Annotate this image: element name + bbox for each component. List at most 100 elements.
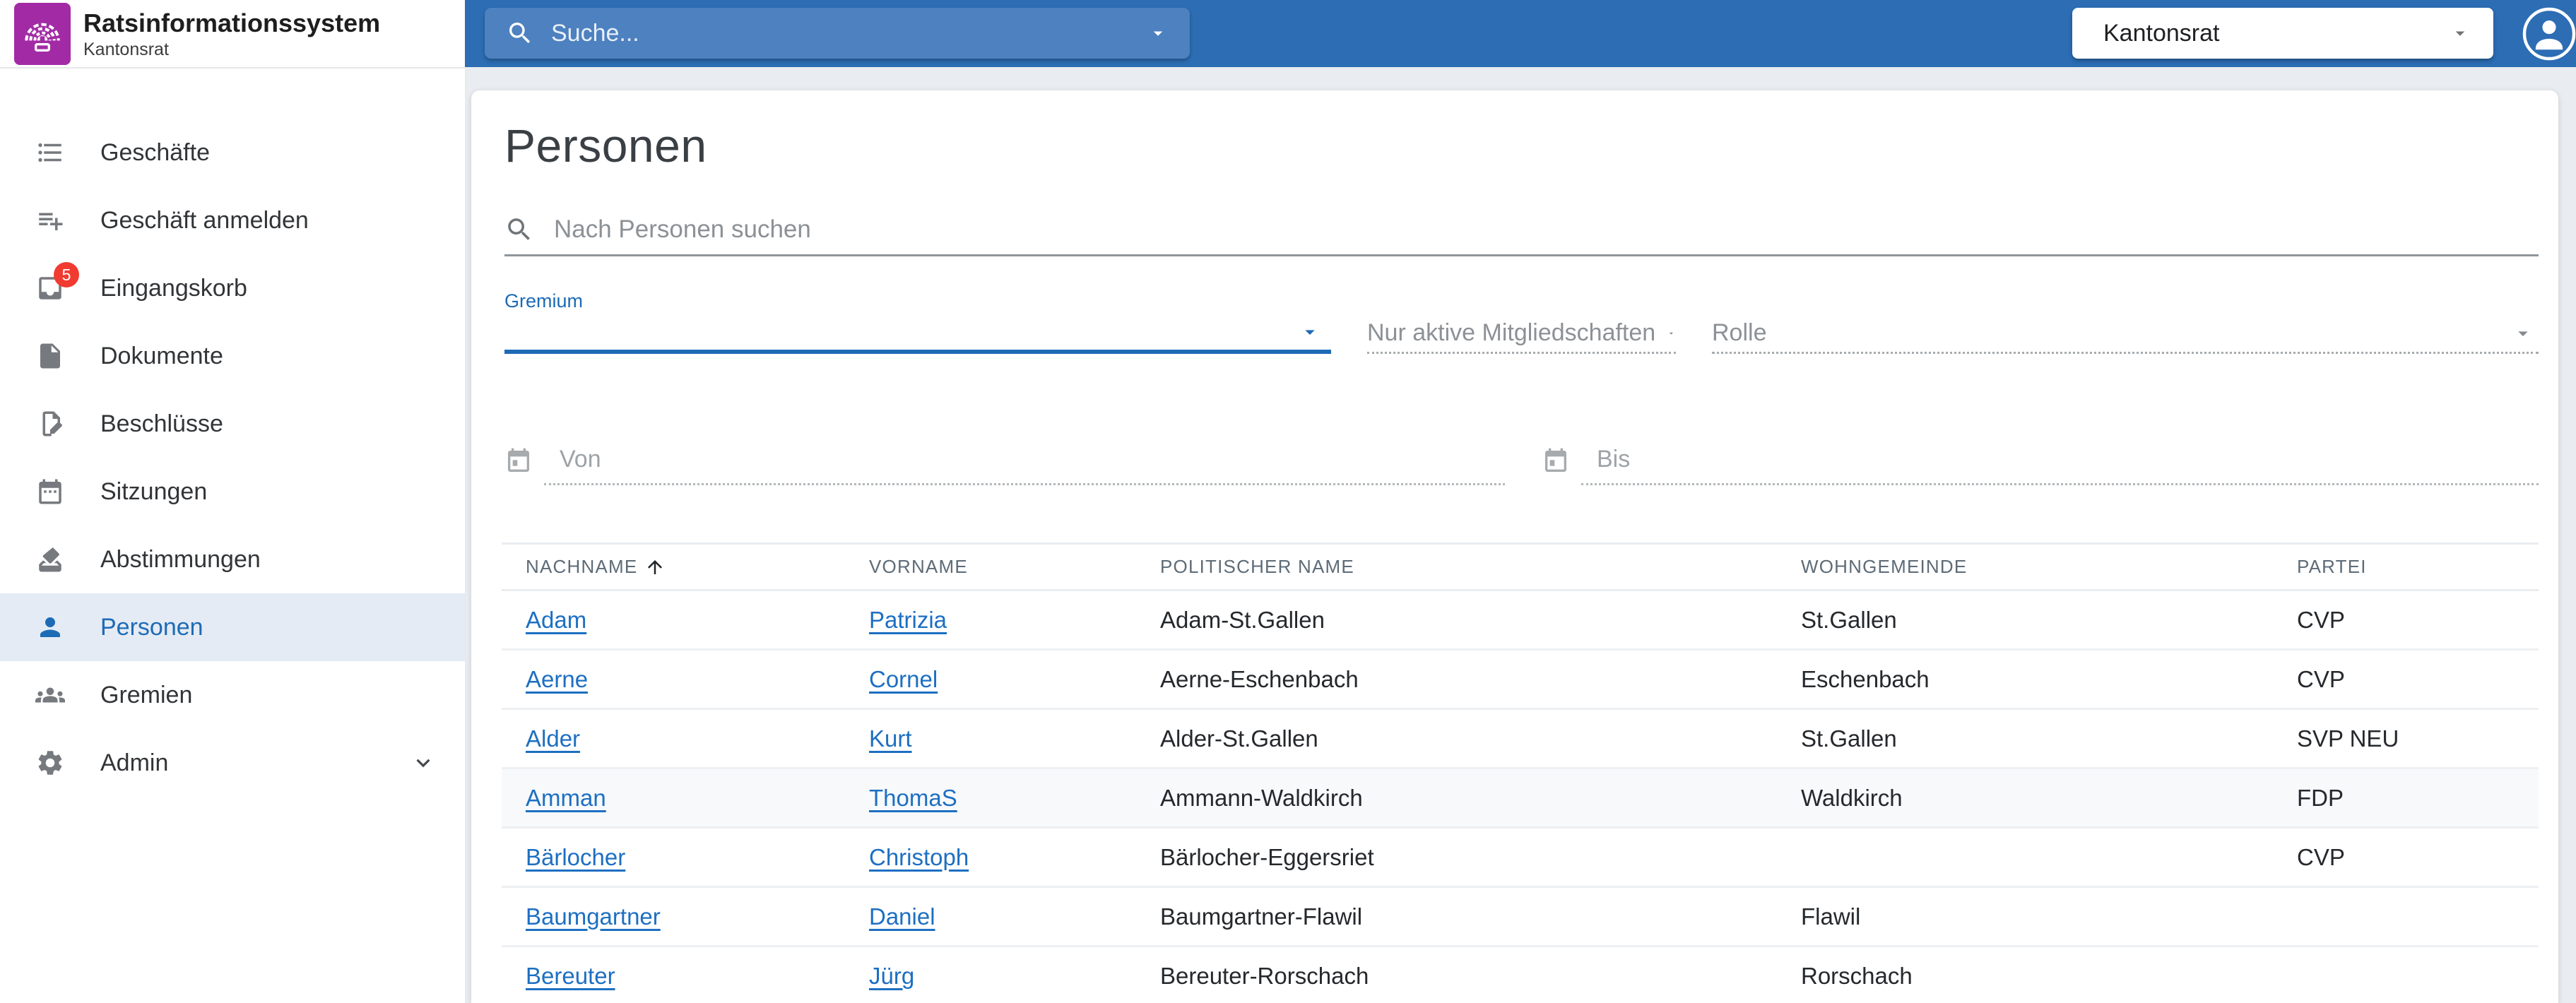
sort-ascending-icon	[644, 557, 666, 578]
nachname-link[interactable]: Baumgartner	[526, 903, 661, 930]
app-logo	[14, 3, 71, 65]
vorname-link[interactable]: Daniel	[869, 903, 935, 930]
cell-partei: FDP	[2297, 785, 2539, 812]
calendar-icon	[35, 477, 65, 506]
von-date-field[interactable]: Von	[504, 436, 1505, 485]
cell-wohngemeinde: Flawil	[1801, 903, 2297, 930]
gremium-filter[interactable]: Gremium	[504, 290, 1331, 354]
table-header-row: NachnameVornamePolitischer NameWohngemei…	[502, 542, 2539, 591]
calendar-icon	[1542, 447, 1570, 475]
account-icon	[2520, 5, 2576, 63]
sidebar-item-geschäfte[interactable]: Geschäfte	[0, 119, 465, 186]
sidebar-item-label: Abstimmungen	[100, 546, 261, 574]
cell-politischer_name: Adam-St.Gallen	[1160, 607, 1801, 634]
sidebar-item-geschäft-anmelden[interactable]: Geschäft anmelden	[0, 186, 465, 254]
sidebar-item-label: Dokumente	[100, 343, 223, 370]
cell-wohngemeinde: St.Gallen	[1801, 725, 2297, 752]
vorname-link[interactable]: Patrizia	[869, 607, 947, 633]
vorname-link[interactable]: Jürg	[869, 963, 914, 989]
app-subtitle: Kantonsrat	[83, 40, 169, 60]
cell-partei: SVP NEU	[2297, 725, 2539, 752]
vorname-link[interactable]: ThomaS	[869, 785, 957, 811]
sidebar-item-abstimmungen[interactable]: Abstimmungen	[0, 526, 465, 593]
caret-down-icon	[1299, 321, 1321, 343]
sidebar-item-sitzungen[interactable]: Sitzungen	[0, 458, 465, 526]
column-header-wohngemeinde[interactable]: Wohngemeinde	[1801, 556, 2297, 578]
person-search-input[interactable]	[553, 215, 2539, 244]
column-header-politischer-name[interactable]: Politischer Name	[1160, 556, 1801, 578]
active-memberships-filter[interactable]: Nur aktive Mitgliedschaften	[1367, 314, 1676, 354]
table-row[interactable]: AlderKurtAlder-St.GallenSt.GallenSVP NEU	[502, 710, 2539, 769]
sidebar-item-label: Personen	[100, 614, 203, 641]
nachname-link[interactable]: Adam	[526, 607, 586, 633]
vorname-link[interactable]: Christoph	[869, 844, 969, 870]
sidebar-item-dokumente[interactable]: Dokumente	[0, 322, 465, 390]
cell-vorname: Kurt	[869, 725, 1160, 752]
column-header-partei[interactable]: Partei	[2297, 556, 2539, 578]
gremium-select[interactable]	[504, 314, 1331, 354]
gear-icon	[35, 748, 65, 778]
table-row[interactable]: Baumgartner Daniel Baumgartner-FlawilFlawi…	[502, 888, 2539, 947]
person-search[interactable]	[504, 205, 2539, 256]
page-title: Personen	[504, 119, 2539, 172]
table-row[interactable]: BereuterJürgBereuter-RorschachRorschach	[502, 947, 2539, 1003]
search-icon	[506, 19, 534, 47]
chevron-down-icon	[410, 749, 437, 776]
bis-date-field[interactable]: Bis	[1542, 436, 2539, 485]
sidebar-item-admin[interactable]: Admin	[0, 729, 465, 797]
cell-nachname: Bereuter	[502, 963, 869, 990]
decision-icon	[35, 409, 65, 439]
vorname-link[interactable]: Kurt	[869, 725, 912, 752]
chevron-down-icon	[2450, 23, 2471, 44]
table-row[interactable]: BärlocherChristophBärlocher-EggersrietCV…	[502, 829, 2539, 888]
vorname-link[interactable]: Cornel	[869, 666, 938, 692]
sidebar-item-gremien[interactable]: Gremien	[0, 661, 465, 729]
cell-partei: CVP	[2297, 607, 2539, 634]
app-brand[interactable]: Ratsinformationssystem Kantonsrat	[0, 0, 465, 69]
global-search[interactable]	[485, 8, 1190, 59]
inbox-icon: 5	[35, 273, 65, 303]
table-row[interactable]: Adam Patrizia Adam-St.GallenSt.GallenCVP	[502, 591, 2539, 651]
calendar-icon	[504, 447, 533, 475]
content-card: Personen Gremium Nur aktive Mitgliedscha…	[471, 90, 2558, 1003]
cell-wohngemeinde: Waldkirch	[1801, 785, 2297, 812]
cell-nachname: Bärlocher	[502, 844, 869, 871]
nachname-link[interactable]: Alder	[526, 725, 580, 752]
table-row[interactable]: AerneCornelAerne-EschenbachEschenbachCVP	[502, 651, 2539, 710]
cell-politischer_name: Bereuter-Rorschach	[1160, 963, 1801, 990]
rolle-filter[interactable]: Rolle	[1712, 314, 2539, 354]
cell-vorname: Christoph	[869, 844, 1160, 871]
filter-row: Gremium Nur aktive Mitgliedschaften Roll…	[504, 290, 2539, 354]
nachname-link[interactable]: Aerne	[526, 666, 588, 692]
sidebar-item-label: Gremien	[100, 682, 192, 709]
global-search-input[interactable]	[550, 19, 1132, 48]
cell-politischer_name: Ammann-Waldkirch	[1160, 785, 1801, 812]
sidebar-item-label: Sitzungen	[100, 478, 207, 506]
user-avatar-button[interactable]	[2520, 5, 2576, 63]
cell-politischer_name: Bärlocher-Eggersriet	[1160, 844, 1801, 871]
sidebar-item-label: Eingangskorb	[100, 275, 247, 302]
column-header-nachname[interactable]: Nachname	[502, 556, 869, 578]
sidebar-item-beschlüsse[interactable]: Beschlüsse	[0, 390, 465, 458]
cell-wohngemeinde: St.Gallen	[1801, 607, 2297, 634]
cell-vorname: Cornel	[869, 666, 1160, 693]
table-row[interactable]: Amman ThomaS Ammann-WaldkirchWaldkirchFDP	[502, 769, 2539, 829]
cell-politischer_name: Aerne-Eschenbach	[1160, 666, 1801, 693]
cell-politischer_name: Baumgartner-Flawil	[1160, 903, 1801, 930]
sidebar-item-label: Geschäfte	[100, 139, 210, 167]
cell-partei: CVP	[2297, 666, 2539, 693]
nachname-link[interactable]: Bereuter	[526, 963, 615, 989]
nachname-link[interactable]: Bärlocher	[526, 844, 625, 870]
main-area: Personen Gremium Nur aktive Mitgliedscha…	[466, 67, 2576, 1003]
badge-count: 5	[54, 262, 79, 287]
nachname-link[interactable]: Amman	[526, 785, 606, 811]
search-scope-caret-icon[interactable]	[1147, 23, 1169, 44]
org-selector[interactable]: Kantonsrat	[2072, 8, 2493, 59]
column-header-vorname[interactable]: Vorname	[869, 556, 1160, 578]
sidebar-item-personen[interactable]: Personen	[0, 593, 465, 661]
file-icon	[35, 341, 65, 371]
rolle-select[interactable]: Rolle	[1712, 314, 2539, 354]
cell-nachname: Baumgartner	[502, 903, 869, 930]
sidebar-item-eingangskorb[interactable]: 5 Eingangskorb	[0, 254, 465, 322]
active-memberships-select[interactable]: Nur aktive Mitgliedschaften	[1367, 314, 1676, 354]
